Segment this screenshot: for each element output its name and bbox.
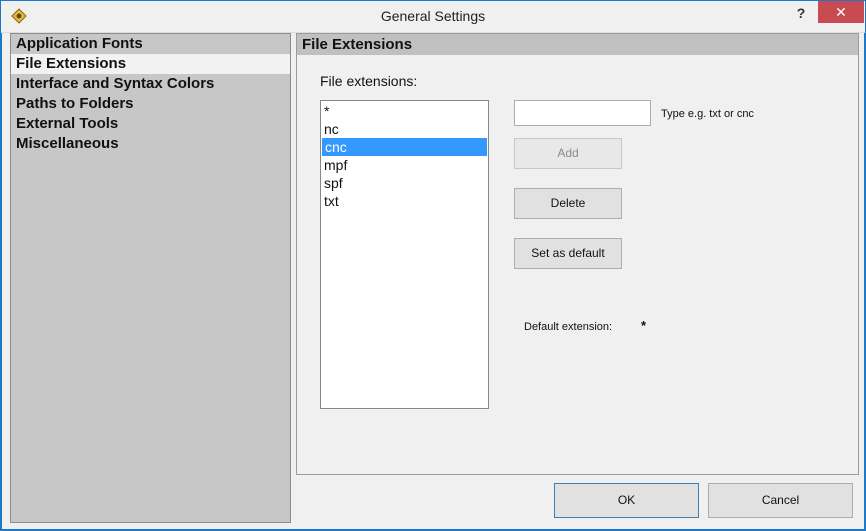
title-bar[interactable]: General Settings ? ✕ xyxy=(1,1,865,33)
extensions-label: File extensions: xyxy=(320,73,418,89)
list-item[interactable]: mpf xyxy=(321,156,488,174)
extensions-listbox[interactable]: * nc cnc mpf spf txt xyxy=(320,100,489,409)
default-extension-label: Default extension: xyxy=(524,321,613,333)
sidebar-item-interface-colors[interactable]: Interface and Syntax Colors xyxy=(11,74,290,94)
sidebar-item-application-fonts[interactable]: Application Fonts xyxy=(11,34,290,54)
list-item[interactable]: spf xyxy=(321,174,488,192)
window-title: General Settings xyxy=(380,8,486,24)
extension-input[interactable] xyxy=(514,100,651,126)
sidebar-item-miscellaneous[interactable]: Miscellaneous xyxy=(11,134,290,154)
delete-button[interactable]: Delete xyxy=(514,188,622,219)
sidebar-item-file-extensions[interactable]: File Extensions xyxy=(11,54,290,74)
dialog-body: Application Fonts File Extensions Interf… xyxy=(2,33,864,529)
list-item[interactable]: nc xyxy=(321,120,488,138)
list-item[interactable]: txt xyxy=(321,192,488,210)
ok-button[interactable]: OK xyxy=(554,483,699,518)
cancel-button[interactable]: Cancel xyxy=(708,483,853,518)
help-button[interactable]: ? xyxy=(787,1,815,25)
list-item[interactable]: * xyxy=(321,102,488,120)
list-item-selected[interactable]: cnc xyxy=(322,138,487,156)
set-default-button[interactable]: Set as default xyxy=(514,238,622,269)
general-settings-window: General Settings ? ✕ Application Fonts F… xyxy=(0,0,866,531)
sidebar-item-external-tools[interactable]: External Tools xyxy=(11,114,290,134)
default-extension-value: * xyxy=(641,318,647,333)
add-button[interactable]: Add xyxy=(514,138,622,169)
close-button[interactable]: ✕ xyxy=(818,1,864,23)
settings-category-list[interactable]: Application Fonts File Extensions Interf… xyxy=(10,33,291,523)
panel-title: File Extensions xyxy=(297,34,858,55)
file-extensions-panel: File Extensions File extensions: * nc cn… xyxy=(296,33,859,475)
extension-input-hint: Type e.g. txt or cnc xyxy=(661,108,754,120)
sidebar-item-paths-to-folders[interactable]: Paths to Folders xyxy=(11,94,290,114)
